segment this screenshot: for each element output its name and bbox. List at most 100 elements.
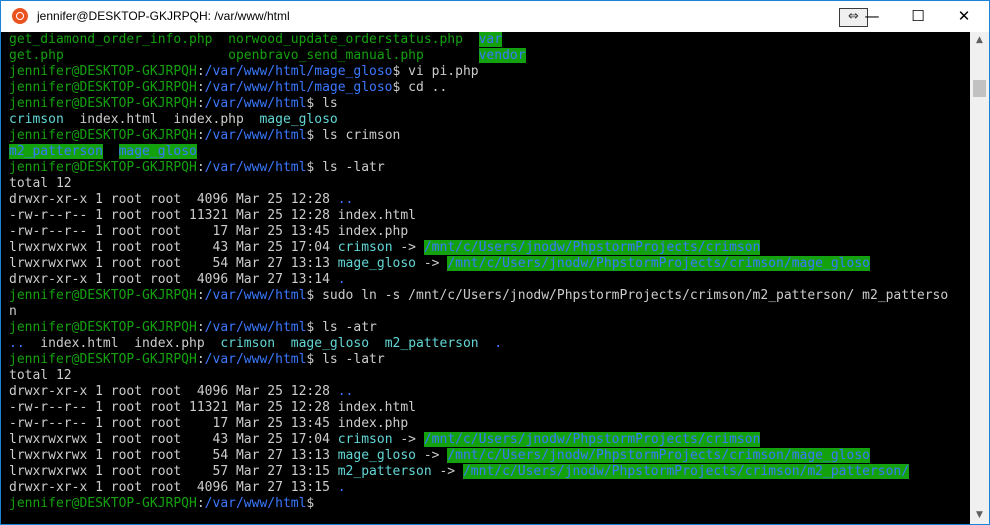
terminal-line: lrwxrwxrwx 1 root root 54 Mar 27 13:13 m… xyxy=(9,256,870,272)
terminal-line: lrwxrwxrwx 1 root root 43 Mar 25 17:04 c… xyxy=(9,432,761,448)
terminal-text: $ ls xyxy=(306,96,338,111)
terminal-text: m2_patterson xyxy=(384,336,479,351)
terminal-text: : xyxy=(196,320,205,335)
terminal-line: total 12 xyxy=(9,176,72,192)
terminal-text: $ ls -atr xyxy=(306,320,377,335)
terminal-text: $ cd .. xyxy=(392,80,448,95)
terminal-text: $ ls crimson xyxy=(306,128,401,143)
terminal-text: : xyxy=(196,288,205,303)
terminal-text: crimson xyxy=(220,336,276,351)
scroll-thumb[interactable] xyxy=(973,80,986,97)
terminal-text: -rw-r--r-- 1 root root 17 Mar 25 13:45 i… xyxy=(9,224,409,239)
terminal-line: drwxr-xr-x 1 root root 4096 Mar 27 13:15… xyxy=(9,480,346,496)
terminal-text: .. xyxy=(337,192,354,207)
terminal-text: crimson xyxy=(337,240,393,255)
scroll-up-icon[interactable]: ▲ xyxy=(970,32,989,49)
terminal-text: /var/www/html xyxy=(204,352,307,367)
terminal-text: -> xyxy=(431,464,463,479)
scroll-down-icon[interactable]: ▼ xyxy=(970,507,989,524)
terminal-text: get.php openbravo_send_manual.php xyxy=(9,48,479,63)
terminal-line: drwxr-xr-x 1 root root 4096 Mar 25 12:28… xyxy=(9,192,353,208)
terminal-text: index.html index.php xyxy=(24,336,221,351)
terminal-text: /var/www/html xyxy=(204,288,307,303)
minimize-button[interactable]: — xyxy=(849,1,895,32)
terminal-text: -> xyxy=(416,448,448,463)
terminal-line: lrwxrwxrwx 1 root root 43 Mar 25 17:04 c… xyxy=(9,240,761,256)
terminal-text: mage_gloso xyxy=(337,256,417,271)
terminal-text: : xyxy=(196,160,205,175)
terminal-line: drwxr-xr-x 1 root root 4096 Mar 25 12:28… xyxy=(9,384,353,400)
terminal-text: jennifer@DESKTOP-GKJRPQH xyxy=(9,320,197,335)
maximize-button[interactable]: ☐ xyxy=(895,1,941,32)
terminal-text: /mnt/c/Users/jnodw/PhpstormProjects/crim… xyxy=(423,240,761,255)
terminal-text: /var/www/html xyxy=(204,320,307,335)
terminal-line: total 12 xyxy=(9,368,72,384)
terminal-text: total 12 xyxy=(9,368,72,383)
terminal-text: -> xyxy=(392,240,424,255)
terminal-text: : xyxy=(196,352,205,367)
terminal-text: jennifer@DESKTOP-GKJRPQH xyxy=(9,64,197,79)
terminal-line: jennifer@DESKTOP-GKJRPQH:/var/www/html/m… xyxy=(9,64,479,80)
terminal-text: /var/www/html xyxy=(204,160,307,175)
terminal-text: : xyxy=(196,96,205,111)
terminal-text: /mnt/c/Users/jnodw/PhpstormProjects/crim… xyxy=(423,432,761,447)
terminal-line: n xyxy=(9,304,17,320)
terminal-text: crimson xyxy=(337,432,393,447)
title-bar[interactable]: jennifer@DESKTOP-GKJRPQH: /var/www/html … xyxy=(1,1,989,32)
ubuntu-icon[interactable] xyxy=(12,8,28,24)
terminal-text: m2_patterson xyxy=(337,464,432,479)
terminal-line: m2_patterson mage_gloso xyxy=(9,144,197,160)
terminal-line: drwxr-xr-x 1 root root 4096 Mar 27 13:14… xyxy=(9,272,346,288)
terminal-line: crimson index.html index.php mage_gloso xyxy=(9,112,338,128)
terminal-text: /var/www/html/mage_gloso xyxy=(204,80,393,95)
terminal-text: -rw-r--r-- 1 root root 17 Mar 25 13:45 i… xyxy=(9,416,409,431)
terminal-text: $ xyxy=(306,496,315,511)
terminal-line: jennifer@DESKTOP-GKJRPQH:/var/www/html$ … xyxy=(9,96,338,112)
terminal-line: jennifer@DESKTOP-GKJRPQH:/var/www/html/m… xyxy=(9,80,447,96)
terminal-text: crimson xyxy=(9,112,64,127)
terminal-text: lrwxrwxrwx 1 root root 54 Mar 27 13:13 xyxy=(9,448,338,463)
terminal-text: jennifer@DESKTOP-GKJRPQH xyxy=(9,96,197,111)
terminal-text: $ sudo ln -s /mnt/c/Users/jnodw/Phpstorm… xyxy=(306,288,949,303)
terminal-line: lrwxrwxrwx 1 root root 54 Mar 27 13:13 m… xyxy=(9,448,870,464)
terminal-text: mage_gloso xyxy=(337,448,417,463)
terminal-text: drwxr-xr-x 1 root root 4096 Mar 25 12:28 xyxy=(9,384,338,399)
vertical-scrollbar[interactable]: ▲ ▼ xyxy=(970,32,989,524)
terminal-line: .. index.html index.php crimson mage_glo… xyxy=(9,336,502,352)
terminal-text: lrwxrwxrwx 1 root root 57 Mar 27 13:15 xyxy=(9,464,338,479)
terminal-line: jennifer@DESKTOP-GKJRPQH:/var/www/html$ … xyxy=(9,288,948,304)
terminal-text: jennifer@DESKTOP-GKJRPQH xyxy=(9,160,197,175)
terminal-text: drwxr-xr-x 1 root root 4096 Mar 25 12:28 xyxy=(9,192,338,207)
terminal-text: : xyxy=(196,496,205,511)
terminal-text: .. xyxy=(337,384,354,399)
terminal-text: mage_gloso xyxy=(290,336,370,351)
terminal-text: index.html index.php xyxy=(63,112,260,127)
terminal-output[interactable]: get_diamond_order_info.php norwood_updat… xyxy=(1,32,970,524)
terminal-text: get_diamond_order_info.php norwood_updat… xyxy=(9,32,479,47)
terminal-text: . xyxy=(337,272,346,287)
terminal-text: mage_gloso xyxy=(259,112,338,127)
terminal-text: jennifer@DESKTOP-GKJRPQH xyxy=(9,496,197,511)
terminal-text: /mnt/c/Users/jnodw/PhpstormProjects/crim… xyxy=(447,448,870,463)
terminal-text: .. xyxy=(9,336,25,351)
terminal-line: jennifer@DESKTOP-GKJRPQH:/var/www/html$ … xyxy=(9,352,385,368)
terminal-text: /var/www/html xyxy=(204,96,307,111)
terminal-text: /mnt/c/Users/jnodw/PhpstormProjects/crim… xyxy=(462,464,910,479)
terminal-text: . xyxy=(337,480,346,495)
close-button[interactable]: ✕ xyxy=(941,1,987,32)
terminal-line: get_diamond_order_info.php norwood_updat… xyxy=(9,32,503,48)
terminal-text: lrwxrwxrwx 1 root root 43 Mar 25 17:04 xyxy=(9,240,338,255)
terminal-line: jennifer@DESKTOP-GKJRPQH:/var/www/html$ … xyxy=(9,160,385,176)
terminal-text: jennifer@DESKTOP-GKJRPQH xyxy=(9,352,197,367)
terminal-text: lrwxrwxrwx 1 root root 54 Mar 27 13:13 xyxy=(9,256,338,271)
window-title: jennifer@DESKTOP-GKJRPQH: /var/www/html xyxy=(37,9,290,23)
terminal-text: lrwxrwxrwx 1 root root 43 Mar 25 17:04 xyxy=(9,432,338,447)
terminal-text: : xyxy=(196,128,205,143)
terminal-text: drwxr-xr-x 1 root root 4096 Mar 27 13:15 xyxy=(9,480,338,495)
terminal-text: /var/www/html xyxy=(204,128,307,143)
terminal-text: -> xyxy=(392,432,424,447)
